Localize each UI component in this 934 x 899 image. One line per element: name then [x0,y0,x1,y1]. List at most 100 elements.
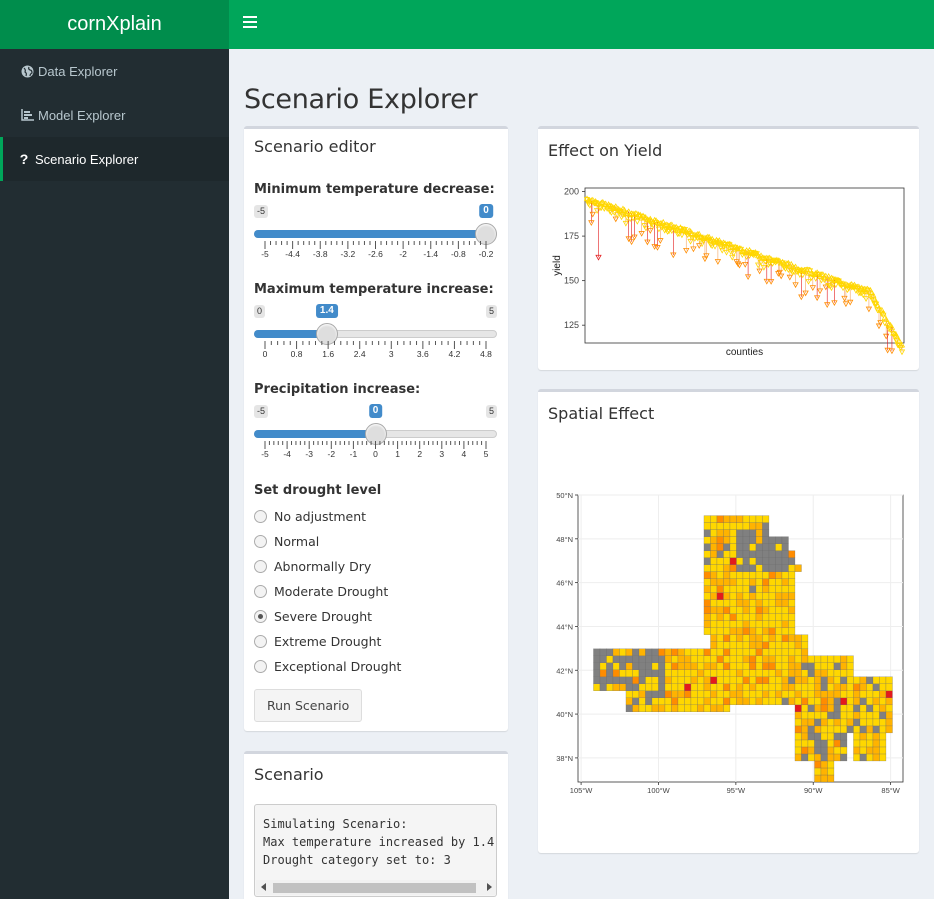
county-cell [593,683,601,691]
precip-slider[interactable]: -5 5 0 -5 -4 -3 -2 -1 0 1 2 3 4 5 [254,404,497,465]
county-cell [690,683,698,691]
drought-option[interactable]: Abnormally Dry [254,557,371,575]
county-cell [625,690,633,698]
county-cell [716,690,724,698]
county-cell [859,711,867,720]
county-cell [638,704,646,713]
county-cell [729,662,737,670]
county-cell [866,732,874,741]
county-cell [833,655,841,663]
county-cell [788,676,796,684]
county-cell [749,606,757,614]
drought-option[interactable]: Severe Drought [254,607,372,625]
radio-button[interactable] [254,559,267,573]
county-cell [710,543,718,551]
county-cell [853,753,861,762]
county-cell [794,690,802,698]
yield-chart: 125 150 175 200 counties yield [552,187,906,358]
min-temp-label: Minimum temperature decrease: [254,182,495,197]
drought-option[interactable]: Extreme Drought [254,632,381,650]
run-scenario-button[interactable]: Run Scenario [254,689,363,722]
county-cell [703,627,711,635]
county-cell [716,536,724,544]
sidebar-item-scenario-explorer[interactable]: ? Scenario Explorer [0,137,229,181]
county-cell [703,515,711,523]
county-cell [651,655,659,663]
county-cell [638,683,646,691]
scroll-left-icon[interactable] [261,883,266,891]
county-cell [814,662,822,670]
horizontal-scrollbar[interactable] [256,880,496,895]
county-cell [827,739,835,748]
county-cell [723,655,731,663]
scrollbar-thumb[interactable] [273,883,476,893]
min-temp-slider[interactable]: -5 0 -5 -4.4 -3.8 -3.2 -2.6 -2 -1.4 -0.8 -0.2 [254,204,497,265]
county-cell [638,690,646,698]
county-cell [716,613,724,621]
radio-button[interactable] [254,584,267,598]
sidebar-item-model-explorer[interactable]: Model Explorer [0,93,229,137]
radio-button[interactable] [254,659,267,673]
county-cell [749,655,757,663]
county-cell [872,697,880,706]
county-cell [833,753,841,762]
slider-tick-label: -2.6 [368,249,383,259]
question-icon: ? [19,151,29,167]
county-cell [775,564,783,572]
county-cell [684,669,692,677]
county-cell [801,732,809,741]
county-cell [827,690,835,698]
county-cell [729,634,737,642]
drought-option[interactable]: Normal [254,532,319,550]
hamburger-menu-icon[interactable] [243,16,257,30]
slider-tick-label: -3.2 [340,249,356,259]
county-cell [859,676,867,684]
county-cell [690,697,698,706]
county-cell [651,704,659,713]
county-cell [638,662,646,670]
county-cell [658,697,666,706]
county-cell [872,711,880,720]
county-cell [781,550,789,558]
county-cell [820,669,828,677]
county-cell [723,585,731,593]
radio-button[interactable] [254,509,267,523]
drought-option[interactable]: Moderate Drought [254,582,388,600]
county-cell [703,578,711,586]
county-cell [749,620,757,628]
slider-tick-label: 1 [395,449,400,459]
radio-label: Moderate Drought [274,583,389,599]
radio-button[interactable] [254,609,267,623]
county-cell [801,676,809,684]
county-cell [820,767,828,776]
radio-button[interactable] [254,534,267,548]
county-cell [651,669,659,677]
county-cell [781,655,789,663]
radio-button[interactable] [254,634,267,648]
county-cell [755,662,763,670]
county-cell [820,676,828,684]
sidebar-item-data-explorer[interactable]: Data Explorer [0,49,229,93]
max-temp-slider[interactable]: 0 5 1.4 0 0.8 1.6 2.4 3 3.6 4.2 4.8 [254,304,497,365]
county-cell [612,683,620,691]
slider-min-label: 0 [254,305,266,318]
app-logo[interactable]: cornXplain [0,0,229,49]
county-cell [703,697,711,706]
county-cell [775,648,783,656]
county-cell [807,725,815,734]
county-cell [872,704,880,713]
sidebar-item-label: Data Explorer [38,63,118,79]
county-cell [775,641,783,649]
county-cell [859,753,867,762]
county-cell [768,592,776,600]
county-cell [658,655,666,663]
county-cell [742,585,750,593]
county-cell [664,683,672,691]
scroll-right-icon[interactable] [487,883,492,891]
radio-label: Normal [274,533,320,549]
county-cell [807,655,815,663]
drought-option[interactable]: No adjustment [254,507,366,525]
county-cell [820,718,828,727]
county-cell [619,683,627,691]
drought-option[interactable]: Exceptional Drought [254,657,401,675]
